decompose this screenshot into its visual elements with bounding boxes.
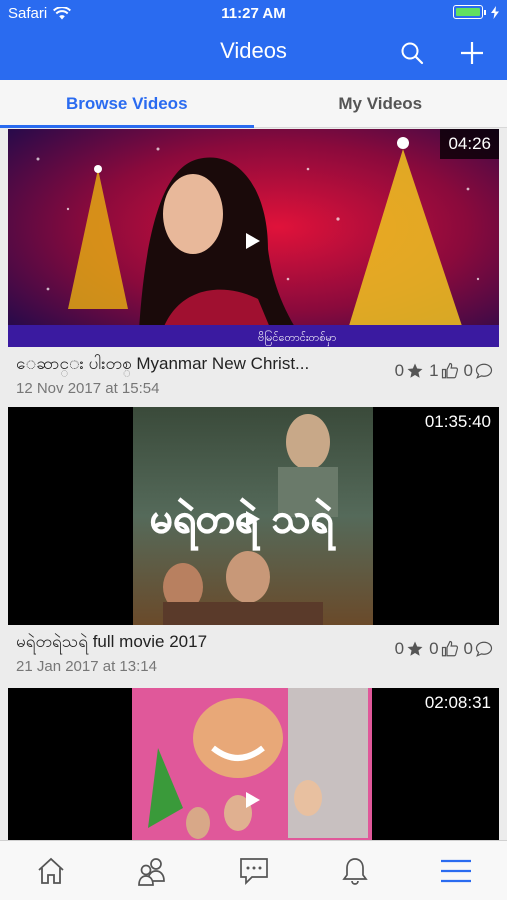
bell-icon (342, 857, 368, 885)
video-title[interactable]: ေဆာင္း ပါးတစ္ Myanmar New Christ... (16, 353, 376, 378)
tab-my-videos[interactable]: My Videos (254, 80, 507, 127)
thumbs-up-icon[interactable] (441, 362, 459, 380)
plus-icon (461, 42, 483, 64)
comment-count: 0 (463, 361, 473, 380)
tab-notifications[interactable] (304, 841, 405, 900)
video-thumbnail[interactable]: ဗိမြင်တောင်းတစ်မှာ 04:26 (8, 129, 499, 347)
status-time: 11:27 AM (221, 5, 286, 22)
like-count: 1 (429, 361, 439, 380)
bottom-tab-bar (0, 840, 507, 900)
search-button[interactable] (395, 36, 429, 70)
tab-home[interactable] (0, 841, 101, 900)
tab-friends[interactable] (101, 841, 202, 900)
video-date: 12 Nov 2017 at 15:54 (16, 380, 160, 397)
video-stats: 0 1 0 (395, 361, 496, 381)
video-title[interactable]: မရဲတရဲသရဲ full movie 2017 (16, 631, 376, 656)
video-date: 21 Jan 2017 at 13:14 (16, 658, 157, 675)
video-thumbnail[interactable]: 02:08:31 (8, 688, 499, 840)
star-icon[interactable] (406, 640, 424, 658)
segment-tabs: Browse Videos My Videos (0, 80, 507, 128)
video-feed[interactable]: ဗိမြင်တောင်းတစ်မှာ 04:26 ေဆာင္း ပါးတစ္ M… (0, 129, 507, 840)
tab-menu[interactable] (406, 841, 507, 900)
play-icon (246, 792, 260, 808)
tab-messages[interactable] (203, 841, 304, 900)
battery-icon (453, 5, 486, 19)
video-duration: 02:08:31 (416, 688, 499, 718)
comment-icon[interactable] (475, 640, 493, 658)
status-right (453, 5, 499, 19)
tab-browse-videos[interactable]: Browse Videos (0, 80, 254, 128)
menu-icon (441, 859, 472, 882)
like-count: 0 (429, 639, 439, 658)
navigation-bar: Safari 11:27 AM Videos (0, 0, 507, 80)
comment-icon[interactable] (475, 362, 493, 380)
thumbs-up-icon[interactable] (441, 640, 459, 658)
video-meta: မရဲတရဲသရဲ full movie 2017 21 Jan 2017 at… (16, 631, 496, 675)
video-meta: ေဆာင္း ပါးတစ္ Myanmar New Christ... 12 N… (16, 353, 496, 397)
search-icon (401, 42, 424, 65)
video-duration: 01:35:40 (416, 407, 499, 437)
comment-count: 0 (463, 639, 473, 658)
video-thumbnail[interactable]: မရဲတရဲ သရဲ 01:35:40 (8, 407, 499, 625)
play-icon (246, 233, 260, 249)
rating-count: 0 (394, 361, 405, 380)
play-icon (246, 511, 260, 527)
add-video-button[interactable] (455, 36, 489, 70)
charging-icon (491, 5, 499, 19)
star-icon[interactable] (406, 362, 424, 380)
rating-count: 0 (394, 639, 405, 658)
video-stats: 0 0 0 (395, 639, 496, 659)
status-bar: Safari 11:27 AM (0, 0, 507, 28)
video-duration: 04:26 (440, 129, 499, 159)
thumbnail-caption: ဗိမြင်တောင်းတစ်မှာ (258, 330, 336, 346)
friends-icon (138, 857, 165, 886)
chat-icon (239, 857, 268, 885)
page-title: Videos (220, 38, 287, 63)
home-icon (38, 857, 64, 884)
